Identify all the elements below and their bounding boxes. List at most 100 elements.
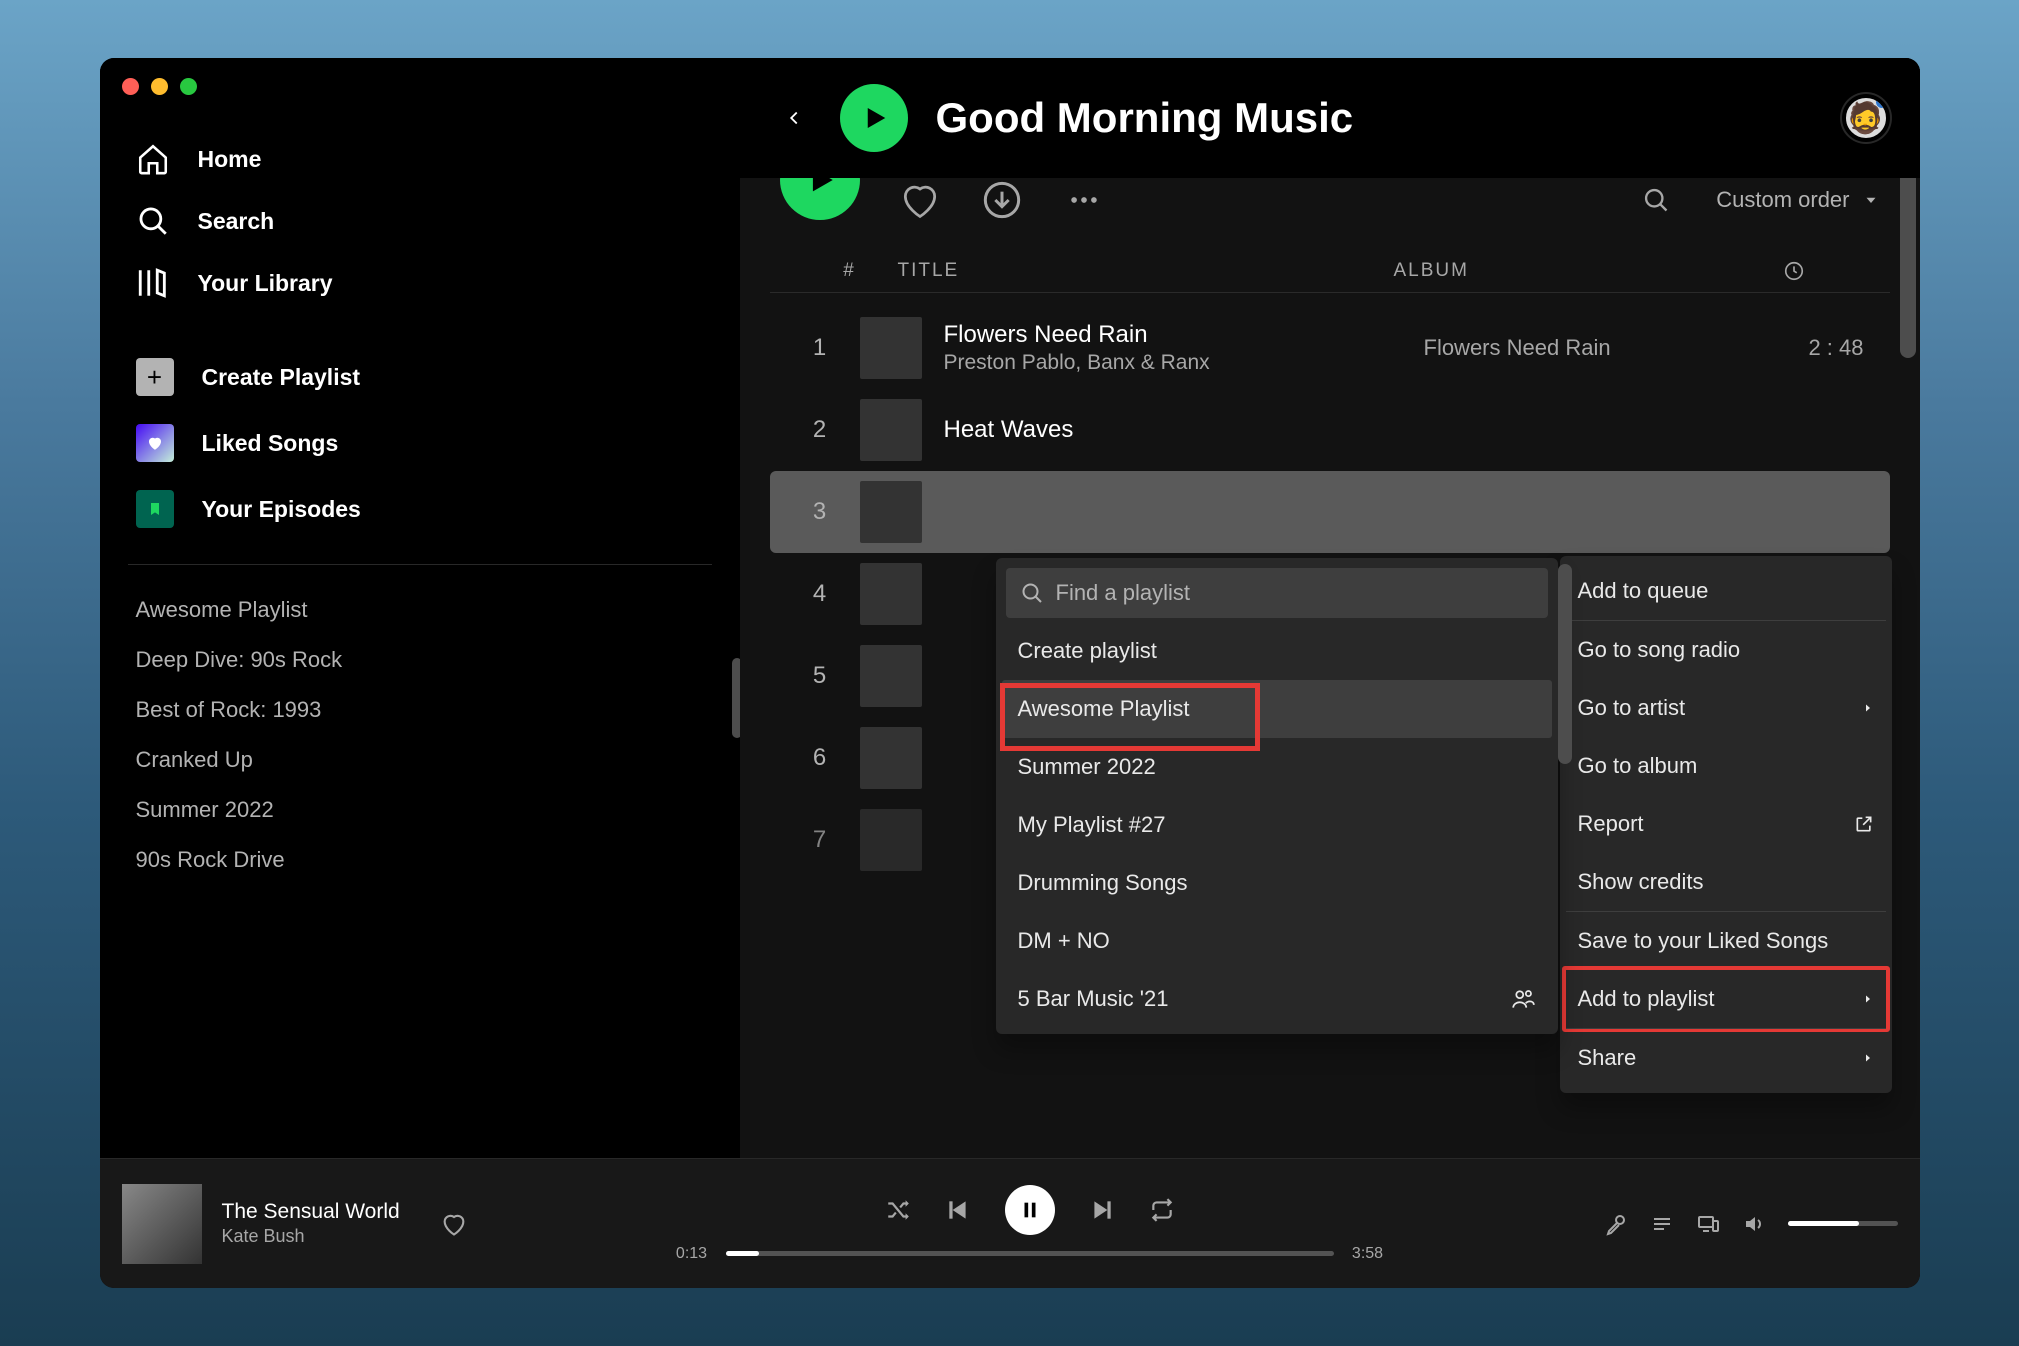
repeat-icon	[1149, 1197, 1175, 1223]
volume-button[interactable]	[1742, 1212, 1766, 1236]
find-playlist-search[interactable]	[1006, 568, 1548, 618]
volume-icon	[1742, 1212, 1766, 1236]
cm-show-credits[interactable]: Show credits	[1566, 853, 1886, 911]
main-scrollbar[interactable]	[1900, 158, 1916, 358]
devices-icon	[1696, 1212, 1720, 1236]
queue-button[interactable]	[1650, 1212, 1674, 1236]
chevron-left-icon	[783, 107, 805, 129]
submenu-scrollbar[interactable]	[1558, 564, 1572, 764]
search-icon	[1642, 186, 1670, 214]
now-playing-artist[interactable]: Kate Bush	[222, 1226, 400, 1247]
extra-controls	[1518, 1212, 1898, 1236]
submenu-playlist-item[interactable]: DM + NO	[1002, 912, 1552, 970]
your-episodes-button[interactable]: Your Episodes	[128, 476, 712, 542]
heart-outline-icon	[898, 178, 942, 222]
col-duration[interactable]	[1754, 260, 1834, 282]
home-icon	[136, 142, 170, 176]
queue-icon	[1650, 1212, 1674, 1236]
submenu-playlist-item[interactable]: Awesome Playlist	[1002, 680, 1552, 738]
sidebar-playlist-item[interactable]: Cranked Up	[128, 735, 712, 785]
repeat-button[interactable]	[1149, 1197, 1175, 1223]
download-button[interactable]	[980, 178, 1024, 222]
cm-save-to-liked[interactable]: Save to your Liked Songs	[1566, 912, 1886, 970]
col-album[interactable]: ALBUM	[1394, 260, 1754, 282]
play-pause-button[interactable]	[1005, 1185, 1055, 1235]
track-row[interactable]: 3	[770, 471, 1890, 553]
album-art	[860, 645, 922, 707]
now-playing: The Sensual World Kate Bush	[122, 1184, 542, 1264]
mic-icon	[1604, 1212, 1628, 1236]
cm-add-to-playlist[interactable]: Add to playlist	[1562, 966, 1890, 1032]
clock-icon	[1783, 260, 1805, 282]
track-artist[interactable]: Preston Pablo, Banx & Ranx	[944, 351, 1424, 375]
submenu-playlist-item[interactable]: Drumming Songs	[1002, 854, 1552, 912]
topbar-play-button[interactable]	[840, 84, 908, 152]
minimize-window-button[interactable]	[151, 78, 168, 95]
nav-search[interactable]: Search	[128, 190, 712, 252]
cm-go-to-album[interactable]: Go to album	[1566, 737, 1886, 795]
previous-button[interactable]	[945, 1197, 971, 1223]
nav-library[interactable]: Your Library	[128, 252, 712, 314]
main-content: Good Morning Music 🧔	[740, 58, 1920, 1158]
sort-order-button[interactable]: Custom order	[1716, 187, 1879, 213]
album-art	[860, 317, 922, 379]
submenu-playlist-item[interactable]: My Playlist #27	[1002, 796, 1552, 854]
like-track-button[interactable]	[440, 1210, 468, 1238]
sidebar-playlist-item[interactable]: Deep Dive: 90s Rock	[128, 635, 712, 685]
now-playing-title[interactable]: The Sensual World	[222, 1200, 400, 1224]
track-album[interactable]: Flowers Need Rain	[1424, 335, 1784, 361]
track-row[interactable]: 2 Heat Waves	[770, 389, 1890, 471]
bookmark-icon	[136, 490, 174, 528]
dots-icon	[1067, 183, 1101, 217]
nav-search-label: Search	[198, 208, 275, 235]
elapsed-time: 0:13	[670, 1245, 714, 1263]
like-playlist-button[interactable]	[898, 178, 942, 222]
track-number: 1	[790, 334, 850, 362]
liked-songs-button[interactable]: Liked Songs	[128, 410, 712, 476]
sidebar-playlist-item[interactable]: Awesome Playlist	[128, 585, 712, 635]
submenu-playlist-item[interactable]: 5 Bar Music '21	[1002, 970, 1552, 1028]
track-row[interactable]: 1 Flowers Need Rain Preston Pablo, Banx …	[770, 307, 1890, 389]
track-number: 7	[790, 826, 850, 854]
cm-go-to-song-radio[interactable]: Go to song radio	[1566, 621, 1886, 679]
search-in-playlist-button[interactable]	[1634, 178, 1678, 222]
close-window-button[interactable]	[122, 78, 139, 95]
add-to-playlist-submenu: Create playlist Awesome Playlist Summer …	[996, 558, 1558, 1034]
fullscreen-window-button[interactable]	[180, 78, 197, 95]
nav-home[interactable]: Home	[128, 128, 712, 190]
sidebar-playlist-item[interactable]: Summer 2022	[128, 785, 712, 835]
chevron-right-icon	[1862, 1050, 1874, 1066]
find-playlist-input[interactable]	[1056, 580, 1534, 606]
devices-button[interactable]	[1696, 1212, 1720, 1236]
back-button[interactable]	[770, 94, 818, 142]
sidebar-playlist-item[interactable]: 90s Rock Drive	[128, 835, 712, 885]
sidebar-playlists: Awesome Playlist Deep Dive: 90s Rock Bes…	[100, 577, 740, 893]
create-playlist-button[interactable]: + Create Playlist	[128, 344, 712, 410]
submenu-create-playlist[interactable]: Create playlist	[1002, 622, 1552, 680]
cm-share[interactable]: Share	[1566, 1029, 1886, 1087]
sidebar-playlist-item[interactable]: Best of Rock: 1993	[128, 685, 712, 735]
album-art	[860, 399, 922, 461]
volume-slider[interactable]	[1788, 1221, 1898, 1226]
profile-avatar[interactable]: 🧔	[1842, 94, 1890, 142]
track-number: 2	[790, 416, 850, 444]
submenu-playlist-item[interactable]: Summer 2022	[1002, 738, 1552, 796]
cm-report[interactable]: Report	[1566, 795, 1886, 853]
chevron-right-icon	[1862, 991, 1874, 1007]
topbar: Good Morning Music 🧔	[740, 58, 1920, 178]
lyrics-button[interactable]	[1604, 1212, 1628, 1236]
next-button[interactable]	[1089, 1197, 1115, 1223]
seek-bar[interactable]	[726, 1251, 1334, 1256]
more-options-button[interactable]	[1062, 178, 1106, 222]
page-title: Good Morning Music	[936, 94, 1842, 142]
shuffle-button[interactable]	[885, 1197, 911, 1223]
pause-icon	[1019, 1199, 1041, 1221]
col-number[interactable]: #	[820, 260, 880, 282]
collaborative-icon	[1510, 986, 1536, 1012]
col-title[interactable]: TITLE	[880, 260, 1394, 282]
cm-add-to-queue[interactable]: Add to queue	[1566, 562, 1886, 620]
sidebar-divider	[128, 564, 712, 565]
cm-go-to-artist[interactable]: Go to artist	[1566, 679, 1886, 737]
now-playing-art[interactable]	[122, 1184, 202, 1264]
track-number: 4	[790, 580, 850, 608]
